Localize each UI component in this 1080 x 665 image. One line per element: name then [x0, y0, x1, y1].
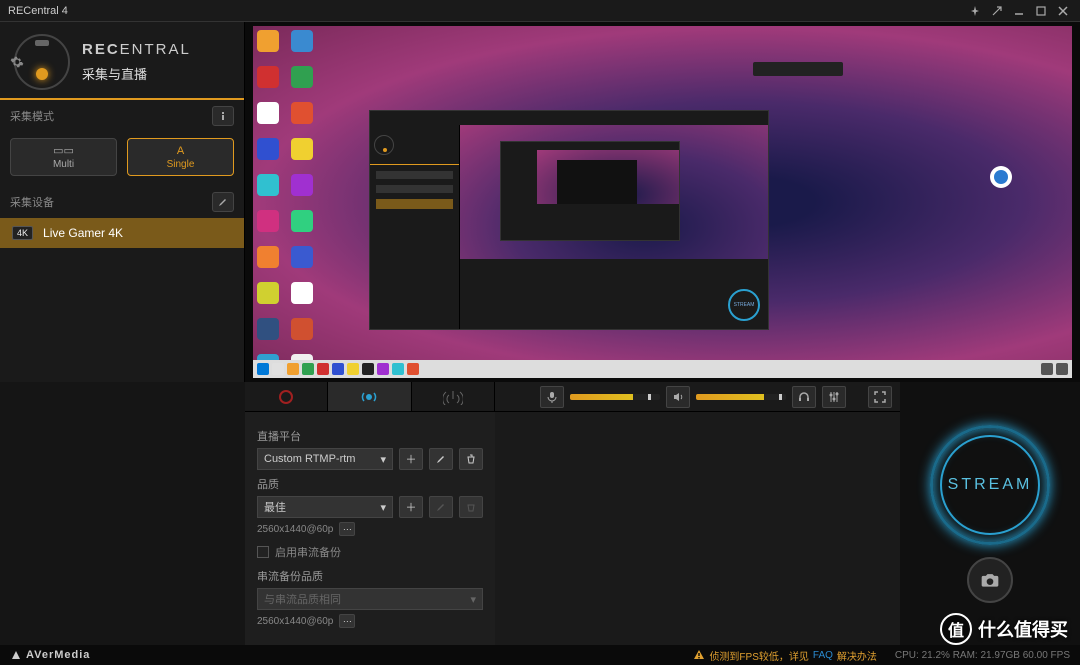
backup-resolution: 2560x1440@60p [257, 616, 333, 627]
capture-mode-row: ▭▭ Multi A Single [0, 132, 244, 186]
snapshot-button[interactable] [967, 557, 1013, 603]
quality-more-button[interactable]: ⋯ [339, 522, 355, 536]
warning-icon [693, 649, 705, 661]
stream-action-panel: STREAM [900, 382, 1080, 645]
preview-area[interactable]: STREAM [245, 22, 1080, 382]
backup-checkbox-row[interactable]: 启用串流备份 [257, 544, 483, 560]
platform-delete-button[interactable] [459, 448, 483, 470]
backup-quality-select: 与串流品质相同 ▾ [257, 588, 483, 610]
brand-logo: AVerMedia [10, 649, 90, 661]
sidebar: RECENTRAL 采集与直播 采集模式 ▭▭ Multi A Single 采… [0, 22, 245, 382]
mode-subtitle: 采集与直播 [82, 64, 191, 83]
multi-icon: ▭▭ [53, 144, 74, 157]
quality-resolution: 2560x1440@60p [257, 524, 333, 535]
header-block: RECENTRAL 采集与直播 [0, 22, 244, 100]
backup-quality-label: 串流备份品质 [257, 568, 483, 584]
watermark: 值 什么值得买 [940, 613, 1068, 645]
maximize-icon[interactable] [1032, 2, 1050, 20]
capture-device-header: 采集设备 [0, 186, 244, 218]
brand-text: RECENTRAL [82, 41, 191, 58]
capture-device-label: 采集设备 [10, 194, 54, 210]
audio-bar [495, 382, 900, 412]
tab-row [245, 382, 495, 412]
mode-multi-button[interactable]: ▭▭ Multi [10, 138, 117, 176]
backup-more-button[interactable]: ⋯ [339, 614, 355, 628]
status-warning: 侦测到FPS较低，详见 FAQ 解决办法 [693, 648, 876, 663]
platform-add-button[interactable]: ＋ [399, 448, 423, 470]
statusbar: AVerMedia 侦测到FPS较低，详见 FAQ 解决办法 CPU: 21.2… [0, 645, 1080, 665]
bottom-center-panel [495, 382, 900, 645]
record-icon [278, 389, 294, 405]
quality-select[interactable]: 最佳 ▾ [257, 496, 393, 518]
watermark-icon: 值 [940, 613, 972, 645]
fullscreen-button[interactable] [868, 386, 892, 408]
pin-icon[interactable] [966, 2, 984, 20]
quality-label: 品质 [257, 476, 483, 492]
popout-icon[interactable] [988, 2, 1006, 20]
chevron-down-icon: ▾ [380, 501, 386, 514]
tab-multistream[interactable] [412, 382, 495, 411]
headphone-button[interactable] [792, 386, 816, 408]
info-icon[interactable] [212, 106, 234, 126]
broadcast-icon [443, 389, 463, 405]
bottom-area: 直播平台 Custom RTMP-rtm ▾ ＋ 品质 最佳 ▾ ＋ [0, 382, 1080, 645]
device-4k-badge: 4K [12, 226, 33, 240]
desktop-icons [253, 26, 323, 378]
capture-mode-label: 采集模式 [10, 108, 54, 124]
status-stats: CPU: 21.2% RAM: 21.97GB 60.00 FPS [895, 650, 1070, 661]
platform-label: 直播平台 [257, 428, 483, 444]
tab-stream[interactable] [328, 382, 411, 411]
watermark-text: 什么值得买 [978, 616, 1068, 642]
nested-window: STREAM [369, 110, 769, 330]
platform-select[interactable]: Custom RTMP-rtm ▾ [257, 448, 393, 470]
nested-stream-icon: STREAM [728, 289, 760, 321]
capture-mode-header: 采集模式 [0, 100, 244, 132]
quality-add-button[interactable]: ＋ [399, 496, 423, 518]
bottom-left-empty [0, 382, 245, 645]
stream-form: 直播平台 Custom RTMP-rtm ▾ ＋ 品质 最佳 ▾ ＋ [245, 412, 495, 638]
tab-record[interactable] [245, 382, 328, 411]
faq-link[interactable]: FAQ [813, 650, 833, 661]
chevron-down-icon: ▾ [380, 453, 386, 466]
quality-delete-button [459, 496, 483, 518]
mic-button[interactable] [540, 386, 564, 408]
speaker-meter[interactable] [696, 394, 786, 400]
mini-toolbar [753, 62, 843, 76]
mixer-button[interactable] [822, 386, 846, 408]
gear-icon[interactable] [10, 55, 24, 69]
stream-settings-panel: 直播平台 Custom RTMP-rtm ▾ ＋ 品质 最佳 ▾ ＋ [245, 382, 495, 645]
app-logo-icon[interactable] [14, 34, 70, 90]
close-icon[interactable] [1054, 2, 1072, 20]
minimize-icon[interactable] [1010, 2, 1028, 20]
speaker-button[interactable] [666, 386, 690, 408]
float-orb-icon [990, 166, 1012, 188]
device-row[interactable]: 4K Live Gamer 4K [0, 218, 244, 248]
main-area: RECENTRAL 采集与直播 采集模式 ▭▭ Multi A Single 采… [0, 22, 1080, 382]
nested-taskbar [253, 360, 1072, 378]
device-name: Live Gamer 4K [43, 226, 123, 240]
mic-meter[interactable] [570, 394, 660, 400]
app-title: RECentral 4 [8, 5, 962, 17]
edit-device-icon[interactable] [212, 192, 234, 212]
preview-screen: STREAM [253, 26, 1072, 378]
checkbox-icon[interactable] [257, 546, 269, 558]
camera-icon [980, 570, 1000, 590]
chevron-down-icon: ▾ [470, 593, 476, 606]
stream-button[interactable]: STREAM [930, 425, 1050, 545]
quality-edit-button [429, 496, 453, 518]
mode-single-button[interactable]: A Single [127, 138, 234, 176]
platform-edit-button[interactable] [429, 448, 453, 470]
single-icon: A [177, 145, 184, 157]
titlebar: RECentral 4 [0, 0, 1080, 22]
stream-icon [359, 389, 379, 405]
